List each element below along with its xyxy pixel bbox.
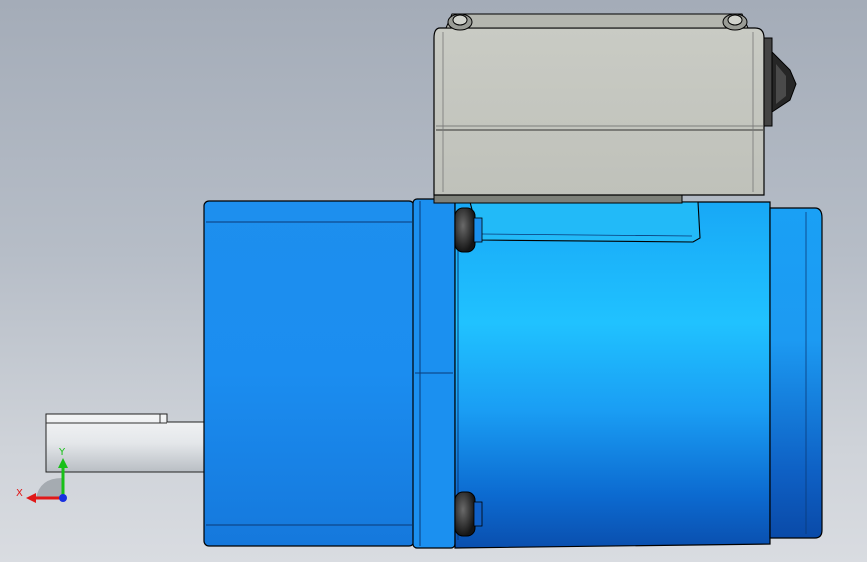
output-shaft — [45, 413, 205, 473]
cable-gland — [763, 37, 797, 127]
graphics-viewport[interactable]: Y X — [0, 0, 867, 562]
cable-clamp — [469, 201, 701, 243]
reference-triad: Y X — [16, 447, 68, 503]
lid-screw-left — [447, 13, 473, 31]
x-axis-label: X — [16, 488, 23, 499]
y-axis-label: Y — [58, 447, 66, 458]
motor-end-cap — [769, 207, 823, 539]
lid-screw-right — [722, 13, 748, 31]
terminal-box — [433, 13, 765, 204]
motor-housing — [454, 201, 771, 549]
z-axis-marker — [59, 494, 67, 502]
mounting-flange — [412, 198, 456, 549]
motor-model[interactable]: Y X — [0, 0, 867, 562]
gearhead-housing — [203, 200, 415, 547]
